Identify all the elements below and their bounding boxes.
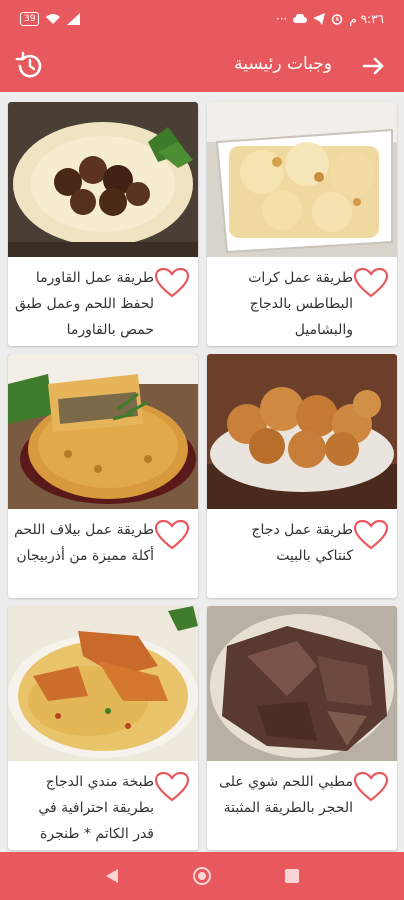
- recipe-card[interactable]: طريقة عمل القاورما لحفظ اللحم وعمل طبق ح…: [8, 102, 198, 346]
- status-right: ··· ٩:٣٦ م: [276, 12, 384, 26]
- wifi-icon: [46, 14, 61, 24]
- recipe-caption-area: مطبي اللحم شوي على الحجر بالطريقة المثبت…: [207, 761, 397, 850]
- telegram-icon: [313, 13, 326, 25]
- recipe-caption-area: طريقة عمل بيلاف اللحم أكلة مميزة من أذرب…: [8, 509, 198, 598]
- heart-outline-icon[interactable]: [154, 771, 190, 803]
- recipe-image: [8, 102, 198, 257]
- cloud-icon: [293, 14, 308, 23]
- recipe-image: [8, 354, 198, 509]
- recipe-card[interactable]: مطبي اللحم شوي على الحجر بالطريقة المثبت…: [207, 606, 397, 850]
- recipe-title: طريقة عمل بيلاف اللحم أكلة مميزة من أذرب…: [14, 522, 154, 564]
- recipe-title: طريقة عمل دجاج كنتاكي بالبيت: [251, 522, 354, 564]
- arrow-forward-icon[interactable]: [360, 52, 388, 80]
- recipe-title: طريقة عمل كرات البطاطس بالدجاج والبشاميل: [248, 270, 353, 338]
- overflow-dots: ···: [275, 12, 288, 26]
- recipe-caption-area: طريقة عمل كرات البطاطس بالدجاج والبشاميل: [207, 257, 397, 346]
- recipe-card[interactable]: طريقة عمل بيلاف اللحم أكلة مميزة من أذرب…: [8, 354, 198, 598]
- alarm-icon: [332, 14, 343, 25]
- recipe-caption-area: طريقة عمل القاورما لحفظ اللحم وعمل طبق ح…: [8, 257, 198, 346]
- heart-outline-icon[interactable]: [154, 267, 190, 299]
- history-icon[interactable]: [14, 50, 46, 82]
- page-title: وجبات رئيسية: [234, 54, 332, 74]
- recipe-image: [8, 606, 198, 761]
- system-nav-bar: [0, 852, 404, 900]
- app-bar: وجبات رئيسية: [0, 40, 404, 92]
- recipe-card[interactable]: طبخة مندي الدجاج بطريقة احترافية في قدر …: [8, 606, 198, 850]
- heart-outline-icon[interactable]: [353, 771, 389, 803]
- recipe-title: طريقة عمل القاورما لحفظ اللحم وعمل طبق ح…: [14, 270, 154, 338]
- signal-icon: [67, 13, 81, 25]
- status-time: ٩:٣٦ م: [349, 12, 384, 26]
- recipe-card[interactable]: طريقة عمل كرات البطاطس بالدجاج والبشاميل: [207, 102, 397, 346]
- recents-square-icon[interactable]: [282, 866, 302, 886]
- recipe-caption-area: طريقة عمل دجاج كنتاكي بالبيت: [207, 509, 397, 598]
- heart-outline-icon[interactable]: [353, 267, 389, 299]
- battery-indicator: 39: [20, 12, 40, 26]
- back-triangle-icon[interactable]: [102, 866, 122, 886]
- status-bar: 39 ··· ٩:٣٦ م: [0, 0, 404, 40]
- recipe-grid: طريقة عمل كرات البطاطس بالدجاج والبشاميل…: [0, 96, 404, 852]
- recipe-title: مطبي اللحم شوي على الحجر بالطريقة المثبت…: [219, 774, 353, 816]
- heart-outline-icon[interactable]: [154, 519, 190, 551]
- status-left: 39: [20, 12, 81, 26]
- recipe-image: [207, 354, 397, 509]
- home-circle-icon[interactable]: [192, 866, 212, 886]
- recipe-caption-area: طبخة مندي الدجاج بطريقة احترافية في قدر …: [8, 761, 198, 850]
- recipe-card[interactable]: طريقة عمل دجاج كنتاكي بالبيت: [207, 354, 397, 598]
- recipe-image: [207, 606, 397, 761]
- recipe-image: [207, 102, 397, 257]
- heart-outline-icon[interactable]: [353, 519, 389, 551]
- recipe-title: طبخة مندي الدجاج بطريقة احترافية في قدر …: [38, 774, 154, 842]
